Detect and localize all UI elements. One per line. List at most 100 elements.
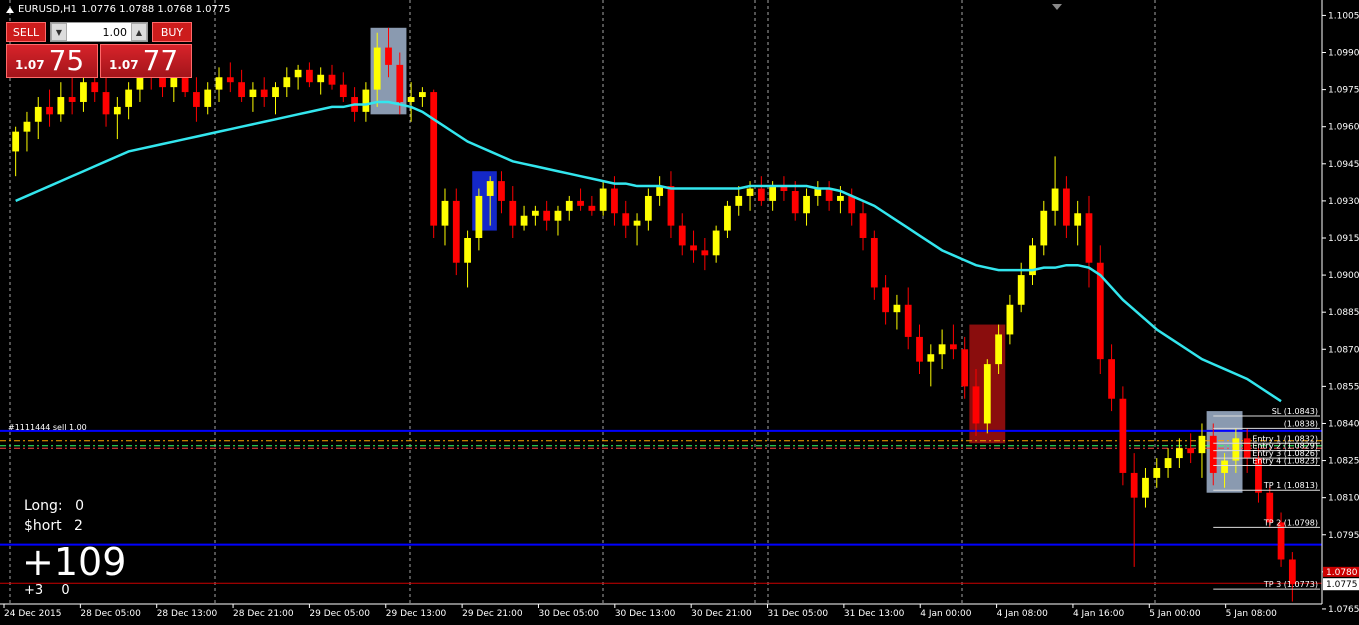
candle-body (1221, 460, 1228, 473)
sell-price-prefix: 1.07 (15, 58, 45, 72)
candle-body (1085, 213, 1093, 263)
time-tick-label: 30 Dec 21:00 (691, 609, 752, 619)
lot-decrease-icon[interactable]: ▼ (51, 23, 67, 41)
candle-body (577, 200, 584, 206)
price-tick-label: 1.0915 (1328, 234, 1359, 244)
time-tick-label: 28 Dec 13:00 (157, 609, 218, 619)
candle-body (1243, 438, 1251, 459)
candle-body (735, 195, 743, 206)
candle-body (475, 195, 483, 238)
candle-body (362, 89, 370, 112)
collapse-icon[interactable] (6, 6, 14, 13)
time-tick-label: 29 Dec 13:00 (386, 609, 447, 619)
time-tick-label: 4 Jan 16:00 (1073, 609, 1125, 619)
profit-pips: +109 (22, 540, 127, 584)
candle-body (1074, 213, 1082, 226)
candle-body (599, 188, 607, 211)
candle-body (543, 210, 551, 221)
long-label: Long: (24, 498, 63, 514)
order-tag: #1111444 sell 1.00 (8, 423, 87, 432)
candle-body (1153, 467, 1161, 478)
candle-body (520, 215, 528, 226)
candlesticks (12, 27, 1296, 602)
time-tick-label: 31 Dec 05:00 (768, 609, 829, 619)
candle-body (1142, 477, 1149, 498)
short-count: $hort 2 (24, 518, 83, 534)
candle-body (712, 230, 720, 256)
candle-body (972, 386, 980, 424)
candle-body (181, 77, 189, 93)
trade-level-label: Entry 4 (1.0823) (1252, 457, 1318, 466)
candle-body (983, 364, 991, 424)
price-tick-label: 1.0975 (1328, 86, 1359, 96)
candle-body (870, 237, 878, 288)
candle-body (644, 195, 652, 221)
long-value: 0 (75, 498, 84, 514)
candle-body (396, 64, 404, 102)
time-tick-label: 4 Jan 00:00 (920, 609, 972, 619)
time-tick-label: 5 Jan 08:00 (1226, 609, 1278, 619)
candle-body (825, 188, 833, 201)
lot-increase-icon[interactable]: ▲ (131, 23, 147, 41)
price-tick-label: 1.0825 (1328, 457, 1359, 467)
candle-body (837, 195, 844, 201)
buy-price-button[interactable]: 1.07 77 (100, 44, 192, 78)
candle-body (418, 92, 426, 98)
candle-body (1062, 188, 1070, 226)
candle-body (12, 131, 20, 152)
price-tick-label: 1.0810 (1328, 494, 1359, 504)
time-tick-label: 30 Dec 13:00 (615, 609, 676, 619)
candle-body (757, 188, 765, 201)
candle-body (769, 186, 777, 201)
candle-body (1209, 435, 1217, 473)
sell-button[interactable]: SELL (6, 22, 46, 42)
price-tick-label: 1.0990 (1328, 49, 1359, 59)
candle-body (1040, 210, 1048, 246)
lot-size-input[interactable] (67, 23, 131, 41)
price-tick-label: 1.0885 (1328, 308, 1359, 318)
candle-body (328, 74, 336, 85)
time-axis: 24 Dec 2015 28 Dec 05:00 28 Dec 13:00 28 De… (3, 604, 1278, 619)
candle-body (102, 92, 110, 115)
candle-body (23, 121, 31, 132)
price-tick-label: 1.0765 (1328, 605, 1359, 615)
candle-body (294, 69, 302, 78)
candle-body (249, 89, 257, 98)
candle-body (690, 245, 697, 251)
candle-body (283, 77, 291, 88)
sell-price-button[interactable]: 1.07 75 (6, 44, 98, 78)
price-tick-label: 1.1005 (1328, 11, 1359, 21)
candle-body (170, 77, 178, 88)
time-tick-label: 4 Jan 08:00 (997, 609, 1049, 619)
candle-body (486, 181, 494, 196)
time-tick-label: 28 Dec 05:00 (80, 609, 141, 619)
candle-body (893, 304, 901, 313)
candle-body (927, 354, 935, 362)
candle-body (80, 82, 87, 102)
time-tick-label: 29 Dec 05:00 (309, 609, 370, 619)
candle-body (452, 200, 460, 263)
candle-body (1277, 522, 1285, 560)
candle-body (238, 82, 246, 98)
buy-price-pips: 77 (142, 44, 179, 77)
candle-body (509, 200, 517, 226)
candle-body (68, 97, 76, 102)
candle-body (113, 106, 121, 115)
candle-body (430, 92, 438, 226)
candle-body (1232, 438, 1240, 461)
price-chart[interactable]: SL (1.0843)(1.0838)Entry 1 (1.0832)Entry… (0, 0, 1359, 625)
candle-body (904, 304, 912, 337)
chart-shift-icon[interactable] (1052, 4, 1062, 10)
candle-body (226, 77, 234, 83)
chart-header: EURUSD,H1 1.0776 1.0788 1.0768 1.0775 (6, 4, 231, 15)
candle-body (1006, 304, 1014, 335)
candle-body (407, 97, 415, 102)
buy-button[interactable]: BUY (152, 22, 192, 42)
candle-body (125, 89, 133, 107)
candle-body (950, 344, 957, 350)
candle-body (1119, 398, 1127, 473)
time-tick-label: 24 Dec 2015 (4, 609, 62, 619)
candle-body (882, 287, 890, 313)
candle-body (57, 97, 65, 115)
trade-level-label: TP 3 (1.0773) (1263, 580, 1318, 589)
